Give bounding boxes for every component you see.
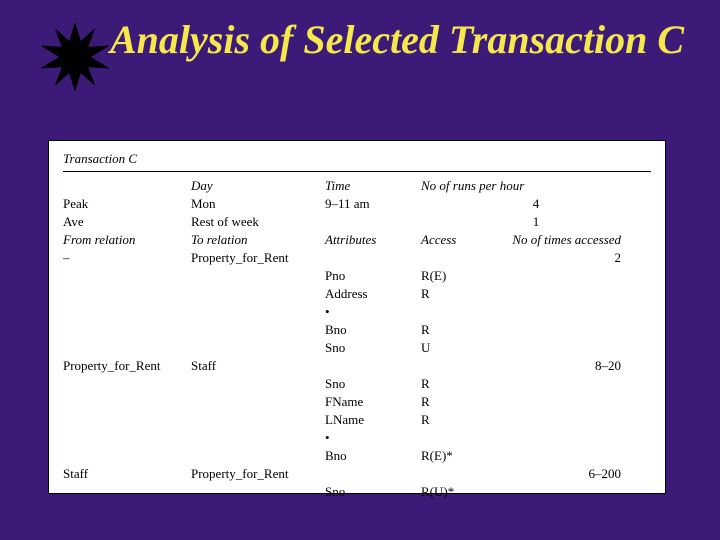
table-row: SnoU <box>63 340 651 356</box>
to-cell: Property_for_Rent <box>191 250 325 266</box>
col-attr: Attributes <box>325 232 421 248</box>
times-cell: 2 <box>491 250 651 266</box>
table-row: Property_for_Rent Staff 8–20 <box>63 358 651 374</box>
divider <box>63 171 651 172</box>
mid-header-row: From relation To relation Attributes Acc… <box>63 232 651 248</box>
times-cell: 8–20 <box>491 358 651 374</box>
peak-day: Mon <box>191 196 325 212</box>
times-cell: 6–200 <box>491 466 651 482</box>
top-header-row: Day Time No of runs per hour <box>63 178 651 194</box>
col-access: Access <box>421 232 491 248</box>
ave-row: Ave Rest of week 1 <box>63 214 651 230</box>
slide-title-block: Analysis of Selected Transaction C <box>40 18 684 92</box>
col-day: Day <box>191 178 325 194</box>
table-row: AddressR <box>63 286 651 302</box>
to-cell: Staff <box>191 358 325 374</box>
to-cell: Property_for_Rent <box>191 466 325 482</box>
table-row: FNameR <box>63 394 651 410</box>
peak-time: 9–11 am <box>325 196 421 212</box>
col-time: Time <box>325 178 421 194</box>
ave-runs: 1 <box>421 214 651 230</box>
transaction-label: Transaction C <box>63 151 191 167</box>
col-from: From relation <box>63 232 191 248</box>
col-to: To relation <box>191 232 325 248</box>
slide-title: Analysis of Selected Transaction C <box>110 18 684 62</box>
peak-label: Peak <box>63 196 191 212</box>
table-row: LNameR <box>63 412 651 428</box>
table-row: – Property_for_Rent 2 <box>63 250 651 266</box>
peak-row: Peak Mon 9–11 am 4 <box>63 196 651 212</box>
table-row: Staff Property_for_Rent 6–200 <box>63 466 651 482</box>
ave-label: Ave <box>63 214 191 230</box>
table-row: • <box>63 430 651 446</box>
table-row: SnoR <box>63 376 651 392</box>
header-row: Transaction C <box>63 151 651 167</box>
starburst-icon <box>40 22 110 92</box>
from-cell: – <box>63 250 191 266</box>
peak-runs: 4 <box>421 196 651 212</box>
table-row: SnoR(U)* <box>63 484 651 500</box>
from-cell: Property_for_Rent <box>63 358 191 374</box>
table-row: PnoR(E) <box>63 268 651 284</box>
table-row: BnoR <box>63 322 651 338</box>
col-times: No of times accessed <box>491 232 651 248</box>
table-row: BnoR(E)* <box>63 448 651 464</box>
col-runs: No of runs per hour <box>421 178 651 194</box>
transaction-table: Transaction C Day Time No of runs per ho… <box>48 140 666 494</box>
table-row: • <box>63 304 651 320</box>
ave-day: Rest of week <box>191 214 325 230</box>
from-cell: Staff <box>63 466 191 482</box>
